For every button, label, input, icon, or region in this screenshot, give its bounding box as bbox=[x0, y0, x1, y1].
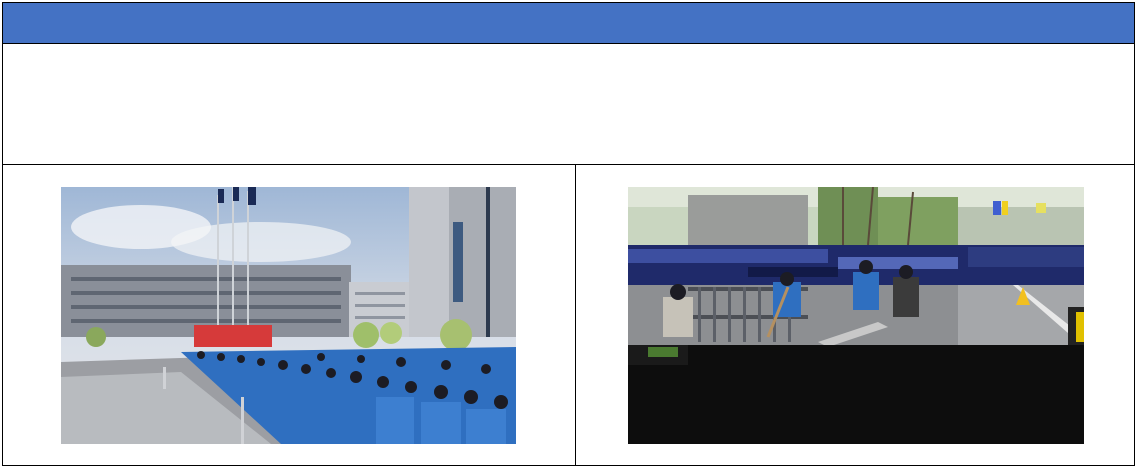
photo-cell-left bbox=[3, 165, 576, 465]
table-text-row bbox=[3, 44, 1134, 165]
photo-cell-right bbox=[576, 165, 1134, 465]
photo-crowd-flag-raising bbox=[61, 187, 516, 444]
table-header-row bbox=[3, 3, 1134, 44]
document-table bbox=[2, 2, 1135, 466]
photo-roadside-cleaning bbox=[628, 187, 1084, 444]
photo-row bbox=[3, 165, 1134, 465]
